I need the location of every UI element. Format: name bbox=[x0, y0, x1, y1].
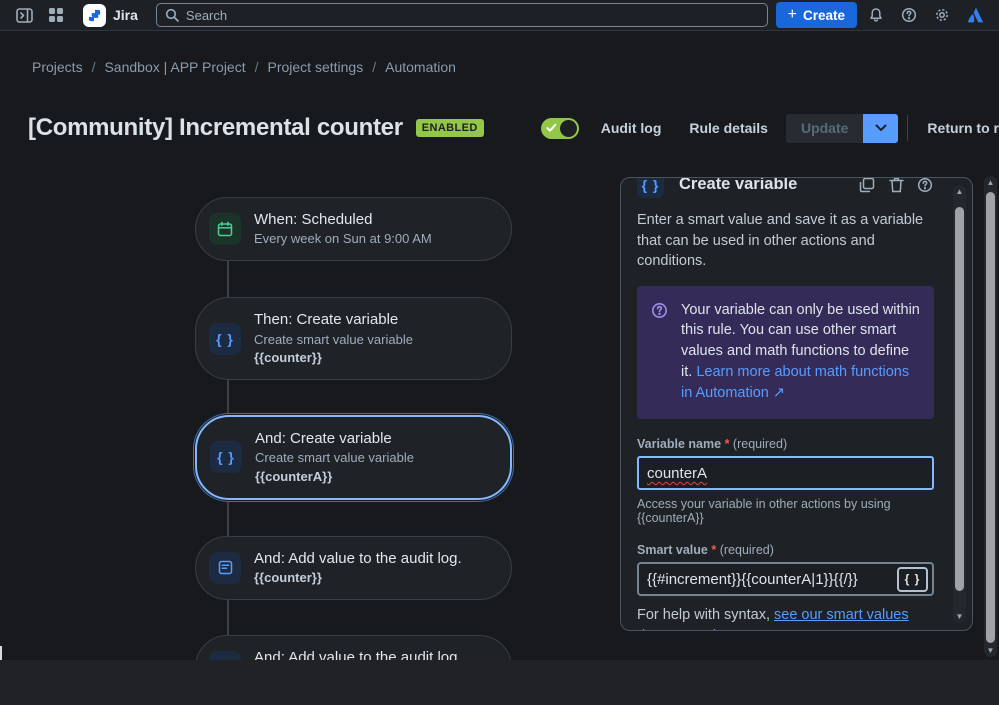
toggle-knob bbox=[559, 119, 577, 137]
delete-icon[interactable] bbox=[887, 178, 905, 194]
window-edge-sliver bbox=[0, 646, 2, 660]
step-card-and-create-variable[interactable]: { } And: Create variable Create smart va… bbox=[195, 415, 512, 500]
step-title: And: Create variable bbox=[255, 430, 392, 448]
plus-icon: + bbox=[787, 6, 797, 23]
info-box: Your variable can only be used within th… bbox=[637, 285, 934, 420]
rule-details-link[interactable]: Rule details bbox=[689, 120, 768, 136]
braces-icon: { } bbox=[637, 178, 664, 198]
breadcrumb-project-settings[interactable]: Project settings bbox=[268, 59, 364, 75]
jira-logo[interactable] bbox=[83, 3, 106, 27]
braces-icon: { } bbox=[210, 441, 242, 474]
help-icon[interactable] bbox=[896, 2, 922, 28]
step-title: When: Scheduled bbox=[254, 211, 373, 228]
chevron-down-icon bbox=[875, 124, 887, 131]
smart-value-label: Smart value * (required) bbox=[637, 543, 774, 558]
app-switcher-icon[interactable] bbox=[43, 2, 69, 28]
copy-icon[interactable] bbox=[858, 178, 876, 194]
scroll-down-arrow[interactable]: ▼ bbox=[984, 646, 997, 655]
breadcrumb-projects[interactable]: Projects bbox=[32, 59, 83, 75]
product-name: Jira bbox=[113, 7, 138, 23]
help-icon[interactable] bbox=[916, 178, 934, 194]
page-scrollbar[interactable]: ▲ ▼ bbox=[984, 176, 997, 657]
breadcrumb-project[interactable]: Sandbox | APP Project bbox=[104, 59, 245, 75]
step-subtitle: Every week on Sun at 9:00 AM bbox=[254, 231, 432, 247]
smart-value-value: {{#increment}}{{counterA|1}}{{/}} bbox=[647, 570, 858, 588]
required-asterisk: * bbox=[724, 437, 730, 452]
scroll-up-arrow[interactable]: ▲ bbox=[953, 187, 966, 196]
breadcrumb-automation[interactable]: Automation bbox=[385, 59, 456, 75]
step-card-trigger-scheduled[interactable]: When: Scheduled Every week on Sun at 9:0… bbox=[195, 197, 512, 262]
step-subtitle: Create smart value variable bbox=[254, 331, 413, 347]
panel-header: { } Create variable bbox=[637, 177, 934, 198]
return-to-rules-link[interactable]: Return to rules bbox=[927, 120, 999, 136]
atlassian-logo[interactable] bbox=[962, 2, 988, 28]
braces-icon: { } bbox=[209, 322, 241, 355]
variable-name-field[interactable]: counterA bbox=[637, 456, 934, 491]
notifications-icon[interactable] bbox=[863, 2, 889, 28]
step-smart-value: {{counterA}} bbox=[255, 468, 333, 484]
update-button[interactable]: Update bbox=[785, 113, 864, 143]
scrollbar-thumb[interactable] bbox=[955, 207, 964, 591]
question-circle-icon bbox=[651, 302, 668, 404]
rule-enabled-toggle[interactable] bbox=[540, 117, 579, 139]
step-title: Then: Create variable bbox=[254, 311, 399, 329]
window-bottom-band bbox=[0, 660, 999, 705]
status-badge: ENABLED bbox=[415, 119, 484, 137]
rule-header: [Community] Incremental counter ENABLED … bbox=[28, 106, 999, 150]
math-functions-link[interactable]: Learn more about math functions in Autom… bbox=[681, 364, 909, 401]
step-smart-value: {{counter}} bbox=[254, 569, 322, 585]
check-icon bbox=[546, 123, 557, 132]
scrollbar-thumb[interactable] bbox=[986, 192, 995, 643]
scroll-down-arrow[interactable]: ▼ bbox=[953, 612, 966, 621]
search-input[interactable]: Search bbox=[155, 3, 768, 27]
update-dropdown-button[interactable] bbox=[863, 113, 899, 143]
create-variable-panel: { } Create variable Enter a smart value … bbox=[620, 177, 973, 631]
step-smart-value: {{counter}} bbox=[254, 349, 322, 365]
create-button[interactable]: + Create bbox=[775, 2, 857, 28]
panel-description: Enter a smart value and save it as a var… bbox=[637, 212, 924, 270]
audit-log-link[interactable]: Audit log bbox=[601, 120, 662, 136]
step-subtitle: Create smart value variable bbox=[255, 450, 414, 466]
required-asterisk: * bbox=[711, 543, 717, 558]
variable-name-helper: Access your variable in other actions by… bbox=[637, 497, 891, 526]
update-button-group: Update bbox=[785, 113, 899, 143]
panel-title: Create variable bbox=[679, 177, 798, 193]
variable-name-value: counterA bbox=[647, 464, 708, 482]
page-title: [Community] Incremental counter bbox=[28, 114, 403, 141]
smart-value-picker-button[interactable]: { } bbox=[897, 566, 928, 592]
header-divider bbox=[907, 115, 909, 141]
smart-value-field[interactable]: {{#increment}}{{counterA|1}}{{/}} { } bbox=[637, 562, 934, 597]
variable-name-label: Variable name * (required) bbox=[637, 437, 788, 452]
search-placeholder: Search bbox=[185, 7, 228, 23]
breadcrumb: Projects / Sandbox | APP Project / Proje… bbox=[32, 59, 456, 75]
calendar-icon bbox=[209, 213, 241, 246]
rule-canvas: When: Scheduled Every week on Sun at 9:0… bbox=[195, 197, 512, 700]
scroll-up-arrow[interactable]: ▲ bbox=[984, 178, 997, 187]
smart-value-helper: For help with syntax, see our smart valu… bbox=[637, 605, 934, 630]
step-card-audit-log-1[interactable]: And: Add value to the audit log. {{count… bbox=[195, 535, 512, 601]
sidebar-toggle-icon[interactable] bbox=[11, 2, 37, 28]
audit-log-icon bbox=[209, 551, 241, 584]
panel-scrollbar[interactable]: ▲ ▼ bbox=[953, 185, 966, 623]
settings-icon[interactable] bbox=[929, 2, 955, 28]
step-card-then-create-variable[interactable]: { } Then: Create variable Create smart v… bbox=[195, 297, 512, 381]
step-title: And: Add value to the audit log. bbox=[254, 549, 462, 567]
create-button-label: Create bbox=[802, 7, 845, 23]
top-navigation-bar: Jira Search + Create bbox=[0, 0, 999, 31]
search-icon bbox=[165, 8, 179, 22]
